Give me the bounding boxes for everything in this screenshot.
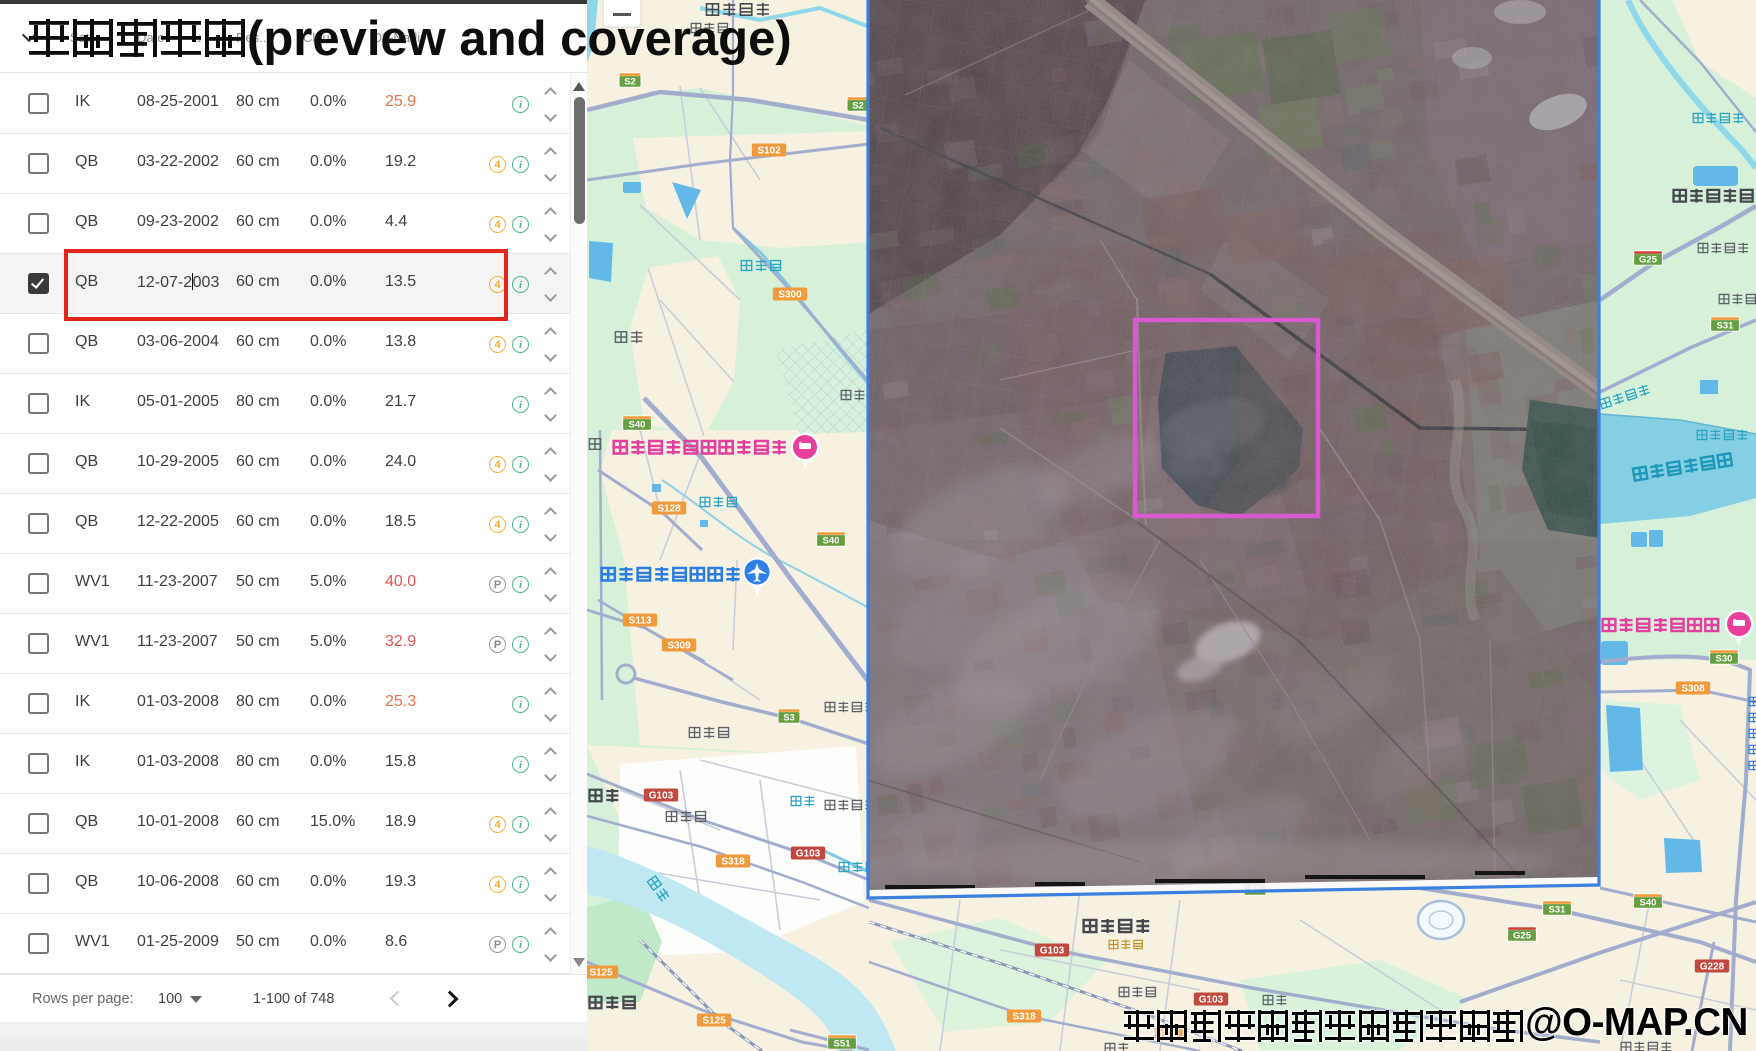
svg-text:S31: S31 [1717, 321, 1735, 332]
svg-text:S40: S40 [1640, 898, 1657, 909]
svg-text:S30: S30 [1716, 654, 1733, 665]
svg-text:S318: S318 [1012, 1012, 1036, 1023]
svg-text:S309: S309 [667, 641, 691, 652]
svg-text:S128: S128 [657, 504, 681, 515]
svg-text:S102: S102 [757, 146, 781, 157]
svg-text:S308: S308 [1681, 684, 1705, 695]
svg-text:S2: S2 [624, 77, 636, 88]
svg-text:G25: G25 [1639, 255, 1658, 266]
svg-text:S40: S40 [823, 536, 840, 547]
svg-text:S3: S3 [783, 713, 795, 724]
svg-text:G103: G103 [649, 791, 674, 802]
svg-text:S31: S31 [1549, 905, 1567, 916]
svg-text:G25: G25 [1513, 931, 1532, 942]
svg-text:S51: S51 [834, 1039, 852, 1050]
svg-text:S300: S300 [778, 290, 802, 301]
svg-text:S125: S125 [702, 1016, 726, 1027]
svg-text:G103: G103 [1040, 946, 1065, 957]
svg-text:S2: S2 [852, 101, 864, 112]
svg-text:S125: S125 [589, 968, 613, 979]
svg-text:S40: S40 [629, 420, 646, 431]
svg-text:G103: G103 [796, 849, 821, 860]
svg-text:S113: S113 [629, 616, 652, 627]
svg-text:S318: S318 [721, 857, 745, 868]
svg-text:G228: G228 [1700, 962, 1725, 973]
